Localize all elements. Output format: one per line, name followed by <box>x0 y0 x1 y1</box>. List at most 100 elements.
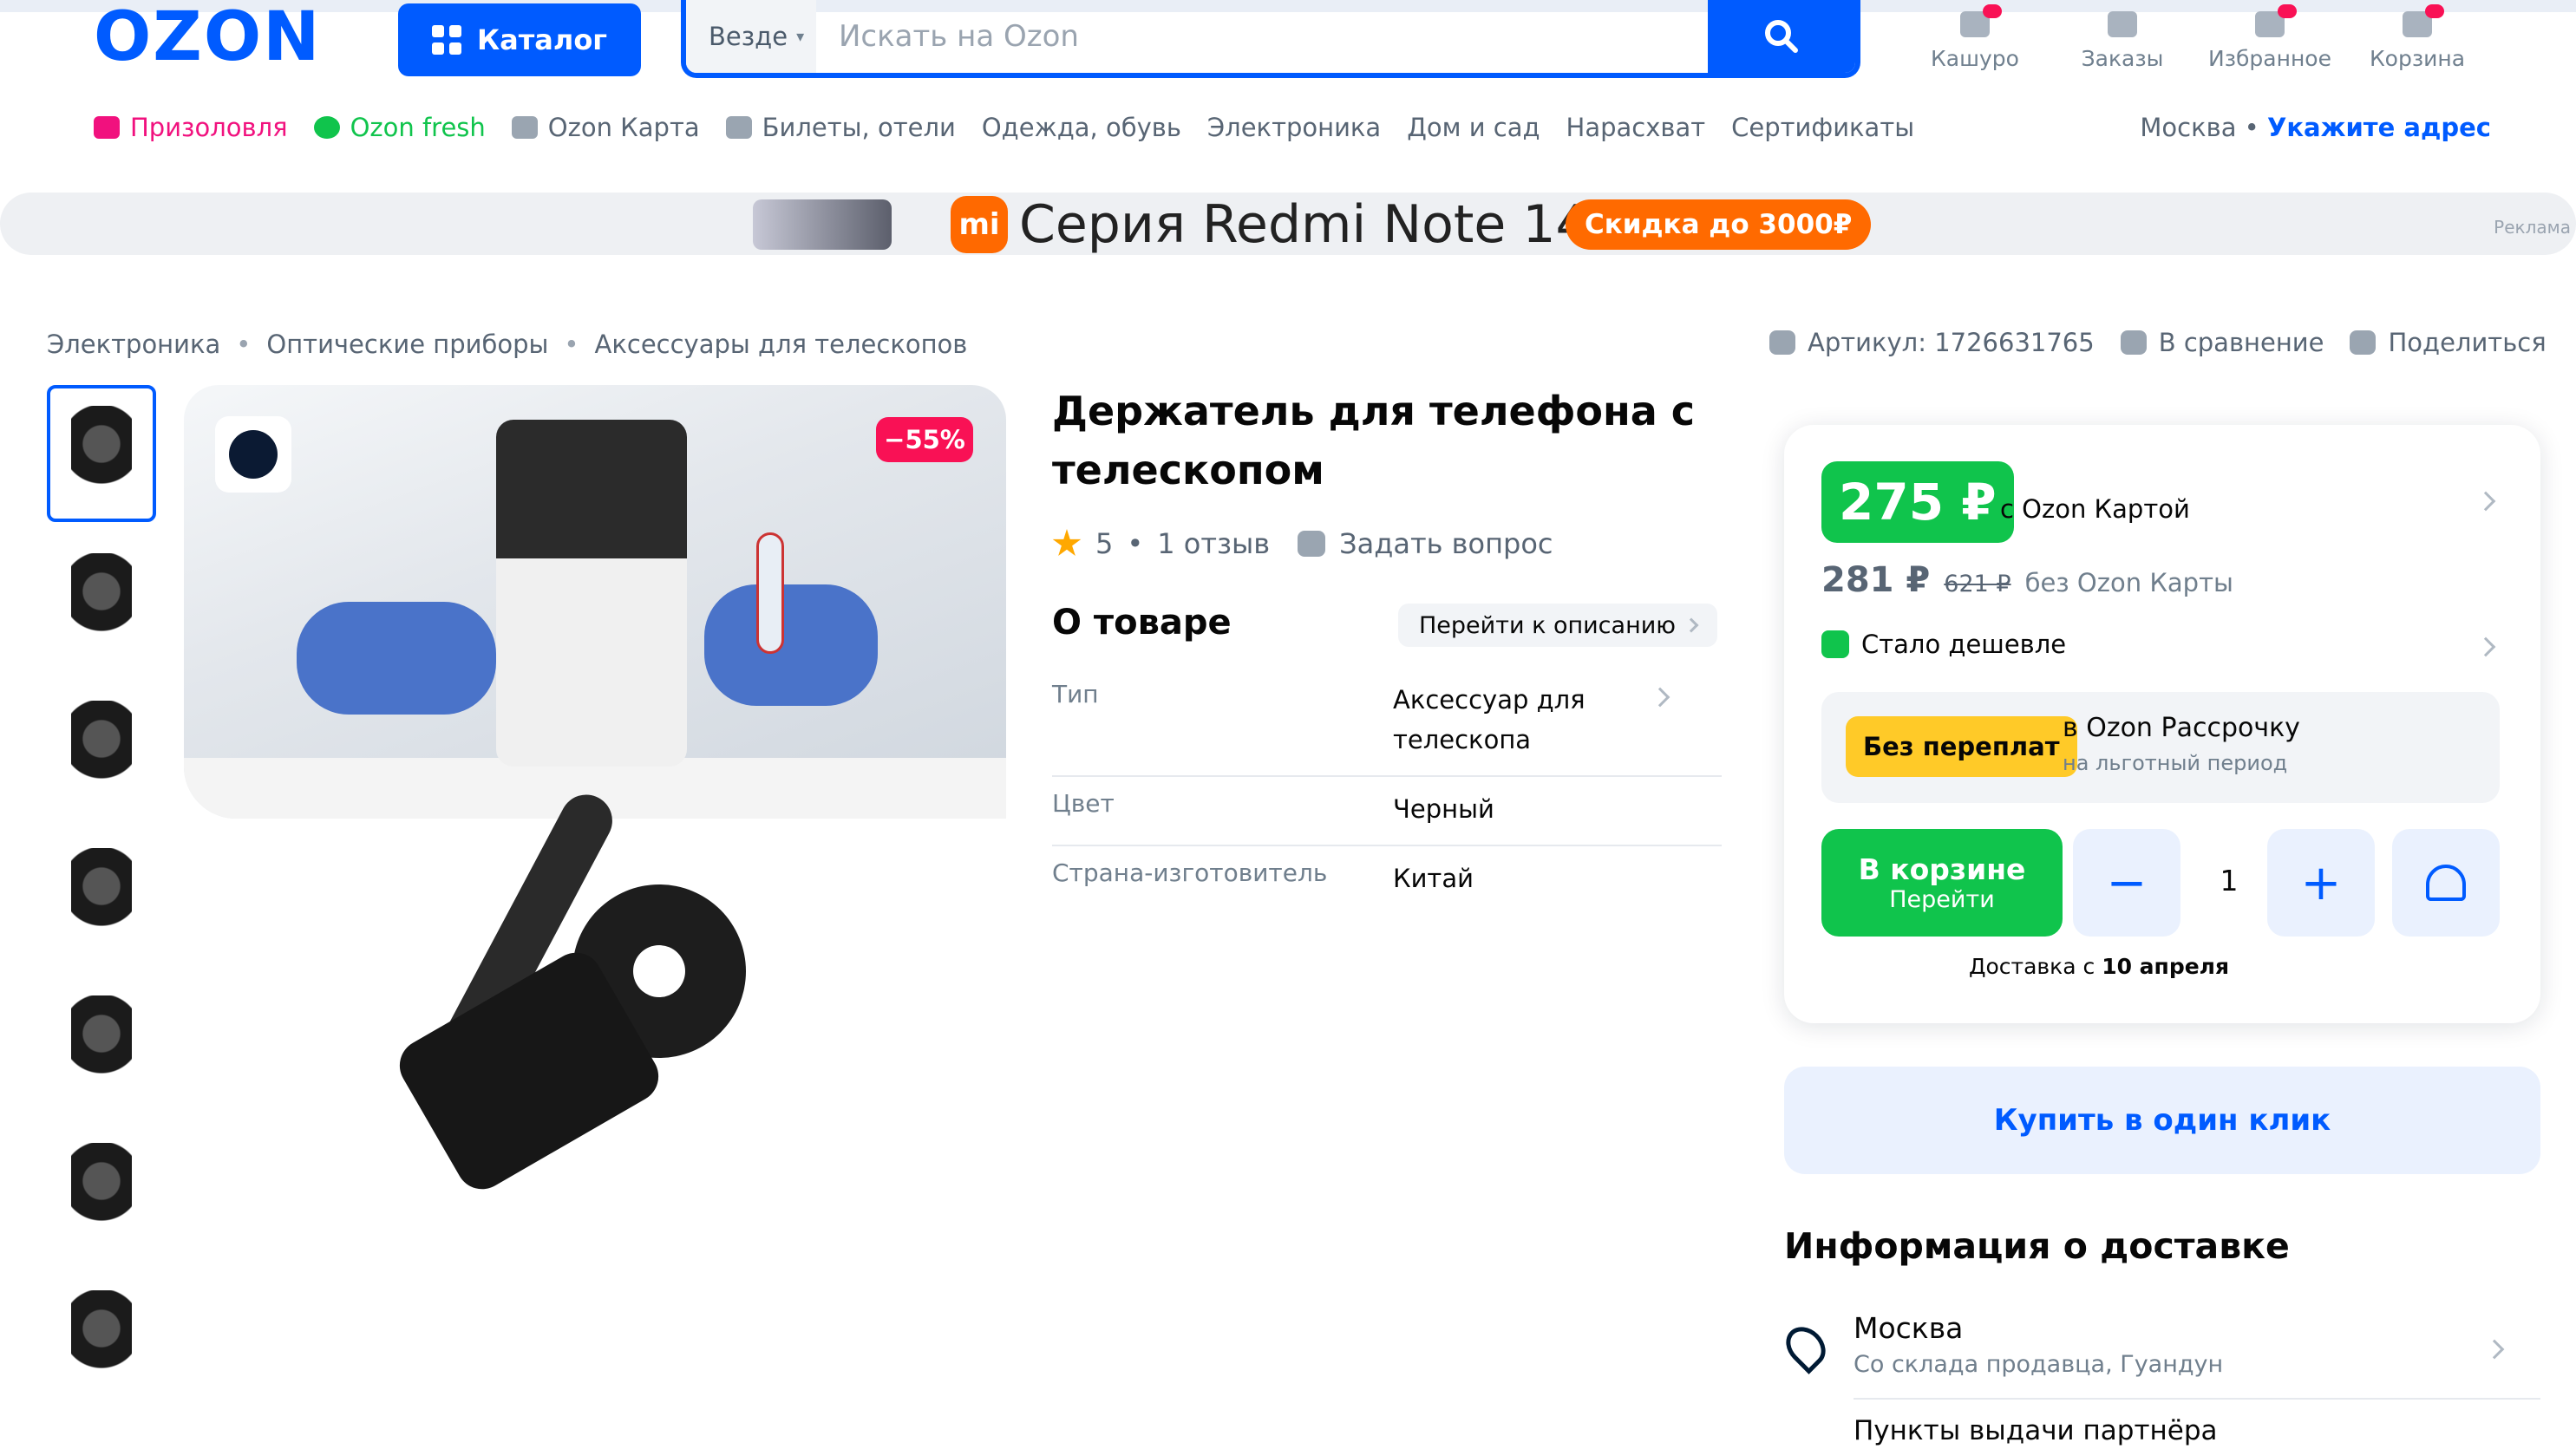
arrow-down-icon <box>1821 630 1849 658</box>
price-value: 281 ₽ <box>1821 560 1931 600</box>
thumbnail[interactable] <box>47 1270 156 1407</box>
product-title: Держатель для телефона с телескопом <box>1052 388 1696 493</box>
favorite-button[interactable] <box>2392 829 2500 937</box>
installment-subtitle: на льготный период <box>2063 751 2288 775</box>
location-picker[interactable]: Москва • Укажите адрес <box>2140 113 2491 142</box>
in-cart-button[interactable]: В корзине Перейти <box>1821 829 2063 937</box>
reviews-link[interactable]: 1 отзыв <box>1157 527 1270 560</box>
nav-item-home[interactable]: Дом и сад <box>1407 113 1540 142</box>
image-search-icon <box>229 430 278 479</box>
price-without-card: 281 ₽ 621 ₽ без Ozon Карты <box>1821 560 2233 600</box>
catalog-button[interactable]: Каталог <box>398 3 641 76</box>
address-link[interactable]: Укажите адрес <box>2267 113 2491 142</box>
ask-question-link[interactable]: Задать вопрос <box>1339 527 1553 560</box>
thumbnail[interactable] <box>47 1122 156 1259</box>
grid-icon <box>431 25 461 55</box>
gift-icon <box>94 116 120 139</box>
nav-item-trending[interactable]: Нарасхват <box>1566 113 1706 142</box>
price-with-card-label[interactable]: с Ozon Картой <box>2000 494 2190 524</box>
minus-icon: − <box>2106 854 2148 911</box>
xiaomi-logo: mi <box>951 196 1008 253</box>
decrease-quantity-button[interactable]: − <box>2073 829 2180 937</box>
thumbnail-list <box>47 385 156 1417</box>
header-link-profile[interactable]: Кашуро <box>1901 0 2049 78</box>
search-scope-select[interactable]: Везде ▾ <box>686 0 816 73</box>
spec-list: Тип Аксессуар для телескопа Цвет Черный … <box>1052 668 1722 914</box>
header-link-label: Заказы <box>2081 46 2164 71</box>
breadcrumb-item[interactable]: Оптические приборы <box>266 330 548 359</box>
header-link-cart[interactable]: Корзина <box>2344 0 2491 78</box>
delivery-source: Со склада продавца, Гуандун <box>1854 1351 2224 1378</box>
search-scope-label: Везде <box>709 22 788 51</box>
delivery-city[interactable]: Москва <box>1854 1311 1963 1345</box>
promo-banner[interactable]: mi Серия Redmi Note 14 Скидка до 3000₽ Р… <box>0 193 2576 255</box>
nav-item-label: Сертификаты <box>1731 113 1915 142</box>
category-nav: Призоловля Ozon fresh Ozon Карта Билеты,… <box>94 113 1914 142</box>
increase-quantity-button[interactable]: + <box>2267 829 2375 937</box>
nav-item-certificates[interactable]: Сертификаты <box>1731 113 1914 142</box>
question-icon <box>1298 531 1326 557</box>
installment-tag: Без переплат <box>1846 716 2077 777</box>
user-icon <box>1960 4 2002 37</box>
nav-item-prizes[interactable]: Призоловля <box>94 113 288 142</box>
glove-right <box>704 584 878 706</box>
ad-label: Реклама <box>2494 217 2571 238</box>
spec-value: Китай <box>1393 864 1474 893</box>
thumbnail-image <box>71 553 132 649</box>
nav-item-electronics[interactable]: Электроника <box>1207 113 1381 142</box>
ozon-logo[interactable]: OZON <box>94 3 321 71</box>
nav-item-label: Ozon Карта <box>547 113 700 142</box>
rating-value: 5 <box>1095 527 1114 560</box>
delivery-date-note: Доставка с 10 апреля <box>1821 954 2377 979</box>
spec-value: Черный <box>1393 794 1494 824</box>
nav-item-fresh[interactable]: Ozon fresh <box>313 113 486 142</box>
article-copy[interactable]: Артикул: 1726631765 <box>1769 328 2095 357</box>
nav-item-tickets[interactable]: Билеты, отели <box>725 113 956 142</box>
header-link-orders[interactable]: Заказы <box>2049 0 2196 78</box>
goto-description-button[interactable]: Перейти к описанию <box>1398 604 1717 647</box>
thumbnail[interactable] <box>47 975 156 1112</box>
copy-icon <box>1769 330 1795 355</box>
quantity-value: 1 <box>2220 864 2239 897</box>
nav-item-card[interactable]: Ozon Карта <box>511 113 700 142</box>
delivery-info-heading: Информация о доставке <box>1784 1225 2290 1267</box>
breadcrumb: Электроника • Оптические приборы • Аксес… <box>47 330 967 359</box>
installment-title: в Ozon Рассрочку <box>2063 713 2300 743</box>
spec-key: Тип <box>1052 680 1099 708</box>
search-button[interactable] <box>1708 0 1855 73</box>
share-label: Поделиться <box>2388 328 2547 357</box>
search-input[interactable] <box>816 0 1708 73</box>
product-meta: Артикул: 1726631765 В сравнение Поделить… <box>1769 328 2547 357</box>
thumbnail[interactable] <box>47 827 156 964</box>
header-link-label: Избранное <box>2208 46 2331 71</box>
thumbnail[interactable] <box>47 532 156 669</box>
breadcrumb-item[interactable]: Электроника <box>47 330 220 359</box>
chevron-right-icon[interactable] <box>2484 1339 2505 1360</box>
installment-block[interactable]: Без переплат в Ozon Рассрочку на льготны… <box>1821 692 2500 803</box>
microscope <box>496 420 687 767</box>
thumbnail[interactable] <box>47 680 156 817</box>
goto-description-label: Перейти к описанию <box>1419 611 1676 639</box>
share-button[interactable]: Поделиться <box>2350 328 2547 357</box>
in-cart-label: В корзине <box>1858 852 2026 886</box>
spec-value[interactable]: Аксессуар для телескопа <box>1393 680 1653 760</box>
price-drop-row[interactable]: Стало дешевле <box>1821 630 2066 659</box>
compare-button[interactable]: В сравнение <box>2120 328 2324 357</box>
nav-item-clothes[interactable]: Одежда, обувь <box>982 113 1181 142</box>
delivery-date: 10 апреля <box>2102 954 2230 979</box>
chevron-right-icon <box>1650 687 1670 708</box>
thumbnail-image <box>71 848 132 943</box>
nav-item-label: Билеты, отели <box>762 113 956 142</box>
breadcrumb-separator: • <box>236 330 252 359</box>
breadcrumb-item[interactable]: Аксессуары для телескопов <box>595 330 968 359</box>
thumbnail[interactable] <box>47 385 156 522</box>
search-icon <box>1765 20 1798 53</box>
box-icon <box>2108 11 2137 37</box>
pickup-points-row[interactable]: Пункты выдачи партнёра <box>1854 1415 2218 1446</box>
image-search-button[interactable] <box>215 416 291 493</box>
header-link-label: Корзина <box>2369 46 2466 71</box>
thumbnail-image <box>71 995 132 1091</box>
header-link-favorites[interactable]: Избранное <box>2196 0 2344 78</box>
buy-one-click-button[interactable]: Купить в один клик <box>1784 1067 2540 1174</box>
article-label: Артикул: 1726631765 <box>1808 328 2095 357</box>
